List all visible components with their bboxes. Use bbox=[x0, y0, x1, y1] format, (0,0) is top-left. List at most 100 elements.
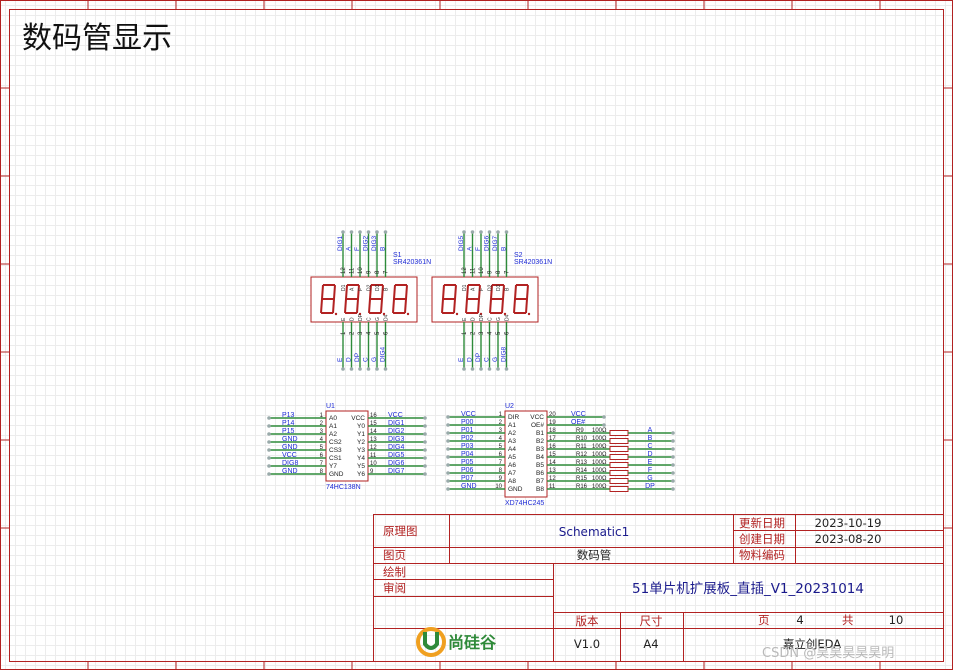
tb-page-num: 4 bbox=[796, 613, 803, 627]
u2-left-net: P04 bbox=[461, 451, 474, 458]
u1-right-num: 16 bbox=[370, 413, 377, 419]
pin-end bbox=[671, 455, 675, 459]
u1-right-pin: VCC bbox=[351, 415, 365, 422]
u1-right-net: DIG5 bbox=[388, 452, 404, 459]
pin-net-label: B bbox=[501, 247, 508, 251]
u2-right-net: C bbox=[647, 443, 652, 450]
u2-left-pin: A8 bbox=[508, 478, 516, 485]
pin-end bbox=[423, 448, 427, 452]
pin-net-label: DIG1 bbox=[337, 235, 344, 251]
tb-page-value: 数码管 bbox=[577, 548, 612, 562]
u1-right-pin: Y0 bbox=[357, 423, 365, 430]
u1-left-net: GND bbox=[282, 468, 298, 475]
u1-right-num: 12 bbox=[370, 445, 377, 451]
u1-left-net: GND bbox=[282, 436, 298, 443]
decoder-74hc138: U174HC138NP13 1 A0P14 2 A1P15 3 A2GND 4 CS2GND 5 C… bbox=[267, 403, 427, 491]
pin-end bbox=[470, 367, 475, 371]
u2-right-pin: VCC bbox=[530, 414, 544, 421]
digit-dp-dot bbox=[334, 312, 338, 316]
tb-version-value: V1.0 bbox=[574, 637, 600, 651]
u1-right-net: DIG3 bbox=[388, 436, 404, 443]
logo-u-icon bbox=[423, 632, 439, 650]
u1-right-net: DIG4 bbox=[388, 444, 404, 451]
pin-end bbox=[423, 472, 427, 476]
resistor-value: 100Ω bbox=[592, 460, 607, 466]
tb-created-label: 创建日期 bbox=[739, 532, 785, 546]
u2-right-pin: B1 bbox=[536, 430, 544, 437]
u2-right-net: D bbox=[647, 451, 652, 458]
pin-end bbox=[349, 367, 354, 371]
u2-left-pin: A3 bbox=[508, 438, 516, 445]
schematic-sheet: 数码管显示 S1 SR420361N 12 DIG1 D1 11 A A 10 F F 9 DIG2 D2… bbox=[0, 0, 953, 670]
pin-number: 4 bbox=[488, 331, 494, 335]
pin-number: 11 bbox=[350, 267, 356, 274]
pin-net-label: C bbox=[484, 357, 491, 362]
pin-inner-label: D2 bbox=[367, 284, 373, 291]
u1-right-pin: Y5 bbox=[357, 463, 365, 470]
pin-net-label: G bbox=[492, 357, 499, 362]
tb-updated-label: 更新日期 bbox=[739, 516, 785, 530]
u2-left-net: GND bbox=[461, 483, 477, 490]
pin-net-label: DP bbox=[354, 353, 361, 362]
u2-left-net: P07 bbox=[461, 475, 474, 482]
tb-page-word: 页 bbox=[758, 613, 770, 627]
pin-number: 1 bbox=[341, 331, 347, 335]
u2-left-pin: A2 bbox=[508, 430, 516, 437]
resistor-ref: R9 bbox=[576, 428, 584, 434]
pin-end bbox=[267, 432, 271, 436]
pin-net-label: DIG3 bbox=[371, 235, 378, 251]
pin-end bbox=[446, 479, 450, 483]
pin-number: 7 bbox=[384, 270, 390, 274]
u2-right-net: E bbox=[648, 459, 653, 466]
tb-total-num: 10 bbox=[889, 613, 904, 627]
pin-number: 9 bbox=[367, 270, 373, 274]
pin-end bbox=[446, 455, 450, 459]
pin-end bbox=[267, 472, 271, 476]
u1-right-net: VCC bbox=[388, 412, 403, 419]
pin-end bbox=[423, 464, 427, 468]
u2-right-net: A bbox=[648, 427, 653, 434]
u2-left-net: P02 bbox=[461, 435, 474, 442]
watermark: CSDN @昊昊昊昊昊明 bbox=[762, 646, 894, 661]
pin-end bbox=[267, 416, 271, 420]
u1-right-net: DIG1 bbox=[388, 420, 404, 427]
pin-number: 6 bbox=[384, 331, 390, 335]
u1-left-pin: A1 bbox=[329, 423, 337, 430]
u1-left-net: P14 bbox=[282, 420, 295, 427]
pin-number: 3 bbox=[479, 331, 485, 335]
u1-left-pin: CS3 bbox=[329, 447, 342, 454]
u1-right-pin: Y3 bbox=[357, 447, 365, 454]
pin-number: 7 bbox=[505, 270, 511, 274]
pin-end bbox=[671, 463, 675, 467]
pin-inner-label: D3 bbox=[496, 284, 502, 291]
resistor-value: 100Ω bbox=[592, 484, 607, 490]
pin-number: 3 bbox=[358, 331, 364, 335]
u1-ref: U1 bbox=[326, 403, 335, 410]
pin-inner-label: C bbox=[367, 317, 373, 321]
tb-version-label: 版本 bbox=[576, 614, 599, 628]
pin-end bbox=[446, 431, 450, 435]
u2-right-pin: B4 bbox=[536, 454, 544, 461]
resistor-body bbox=[609, 478, 629, 484]
u1-left-net: VCC bbox=[282, 452, 297, 459]
pin-net-label: E bbox=[458, 357, 465, 362]
pin-inner-label: G bbox=[375, 317, 381, 321]
pin-inner-label: F bbox=[479, 288, 485, 291]
pin-number: 5 bbox=[375, 331, 381, 335]
pin-end bbox=[366, 230, 371, 234]
u1-left-net: DIG8 bbox=[282, 460, 298, 467]
u2-left-pin: A6 bbox=[508, 462, 516, 469]
pin-end bbox=[462, 367, 466, 371]
pin-end bbox=[446, 463, 450, 467]
page-title: 数码管显示 bbox=[22, 21, 172, 56]
pin-end bbox=[383, 367, 388, 371]
pin-number: 6 bbox=[505, 331, 511, 335]
pin-end bbox=[602, 415, 606, 419]
tb-page-label: 图页 bbox=[383, 548, 406, 562]
u2-right-net: VCC bbox=[571, 411, 586, 418]
pin-end bbox=[267, 440, 271, 444]
pin-net-label: A bbox=[346, 246, 353, 251]
u1-left-pin: CS1 bbox=[329, 455, 342, 462]
logo-text: 尚硅谷 bbox=[448, 633, 497, 652]
resistor-value: 100Ω bbox=[592, 428, 607, 434]
